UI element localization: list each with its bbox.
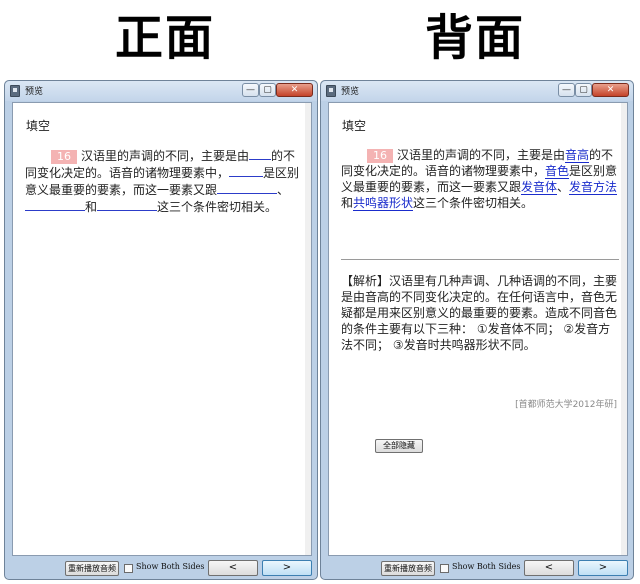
- question-seg5: 这三个条件密切相关。: [413, 196, 534, 210]
- next-button[interactable]: >: [262, 560, 312, 576]
- hide-all-button[interactable]: 全部隐藏: [375, 439, 423, 453]
- blank-3: [217, 181, 278, 194]
- minimize-button[interactable]: —: [242, 83, 259, 97]
- answer-2: 音色: [545, 164, 570, 179]
- title-bar[interactable]: 预览 — ▢ ✕: [321, 81, 633, 101]
- prev-button[interactable]: <: [208, 560, 258, 576]
- card-content: 填空 16 汉语里的声调的不同，主要是由音高的不同变化决定的。语音的诸物理要素中，…: [328, 102, 628, 556]
- next-button[interactable]: >: [578, 560, 628, 576]
- app-icon: [10, 85, 20, 97]
- question-text: 16 汉语里的声调的不同，主要是由音高的不同变化决定的。语音的诸物理要素中，音色是…: [341, 147, 619, 211]
- maximize-button[interactable]: ▢: [575, 83, 592, 97]
- blank-2: [229, 164, 264, 177]
- question-seg1: 汉语里的声调的不同，主要是由: [81, 149, 250, 163]
- window-title: 预览: [341, 87, 360, 97]
- show-both-sides-checkbox[interactable]: [440, 564, 449, 573]
- app-icon: [326, 85, 336, 97]
- blank-5: [97, 198, 158, 211]
- card-content: 填空 16 汉语里的声调的不同，主要是由 的不同变化决定的。语音的诸物理要素中， 是区…: [12, 102, 312, 556]
- vertical-scrollbar[interactable]: [305, 103, 311, 555]
- question-seg4: 和: [85, 200, 98, 214]
- close-button[interactable]: ✕: [276, 83, 313, 97]
- question-type: 填空: [342, 119, 367, 133]
- question-number-badge: 16: [367, 149, 393, 163]
- question-type: 填空: [26, 119, 51, 133]
- answer-1: 音高: [565, 148, 590, 163]
- question-sep1: 、: [277, 183, 290, 197]
- question-number-badge: 16: [51, 150, 77, 164]
- minimize-button[interactable]: —: [558, 83, 575, 97]
- bottom-toolbar: 重新播放音频 Show Both Sides < >: [5, 557, 317, 579]
- answer-3: 发音体: [521, 180, 558, 195]
- analysis-text: 【解析】汉语里有几种声调、几种语调的不同，主要是由音高的不同变化决定的。在任何语…: [341, 274, 618, 352]
- answer-4: 发音方法: [569, 180, 618, 195]
- blank-4: [25, 198, 85, 211]
- vertical-scrollbar[interactable]: [621, 103, 627, 555]
- blank-1: [249, 147, 272, 160]
- prev-button[interactable]: <: [524, 560, 574, 576]
- maximize-button[interactable]: ▢: [259, 83, 276, 97]
- preview-window-front: 预览 — ▢ ✕ 填空 16 汉语里的声调的不同，主要是由 的不同变化决定的。语音的…: [4, 80, 318, 580]
- title-bar[interactable]: 预览 — ▢ ✕: [5, 81, 317, 101]
- source-citation: [首都师范大学2012年研]: [515, 400, 617, 410]
- replay-audio-button[interactable]: 重新播放音频: [65, 561, 119, 576]
- question-text: 16 汉语里的声调的不同，主要是由 的不同变化决定的。语音的诸物理要素中， 是区别意义…: [25, 147, 303, 215]
- show-both-sides-checkbox[interactable]: [124, 564, 133, 573]
- back-label: 背面: [424, 10, 525, 66]
- question-seg5: 这三个条件密切相关。: [157, 200, 278, 214]
- show-both-sides-label: Show Both Sides: [452, 562, 521, 571]
- bottom-toolbar: 重新播放音频 Show Both Sides < >: [321, 557, 633, 579]
- question-seg4: 和: [341, 196, 354, 210]
- replay-audio-button[interactable]: 重新播放音频: [381, 561, 435, 576]
- front-label: 正面: [114, 10, 215, 66]
- window-title: 预览: [25, 87, 44, 97]
- close-button[interactable]: ✕: [592, 83, 629, 97]
- divider: [341, 259, 619, 260]
- show-both-sides-label: Show Both Sides: [136, 562, 205, 571]
- question-seg1: 汉语里的声调的不同，主要是由: [397, 148, 566, 162]
- answer-5: 共鸣器形状: [353, 196, 414, 211]
- preview-window-back: 预览 — ▢ ✕ 填空 16 汉语里的声调的不同，主要是由音高的不同变化决定的。语…: [320, 80, 634, 580]
- question-sep1: 、: [557, 180, 570, 194]
